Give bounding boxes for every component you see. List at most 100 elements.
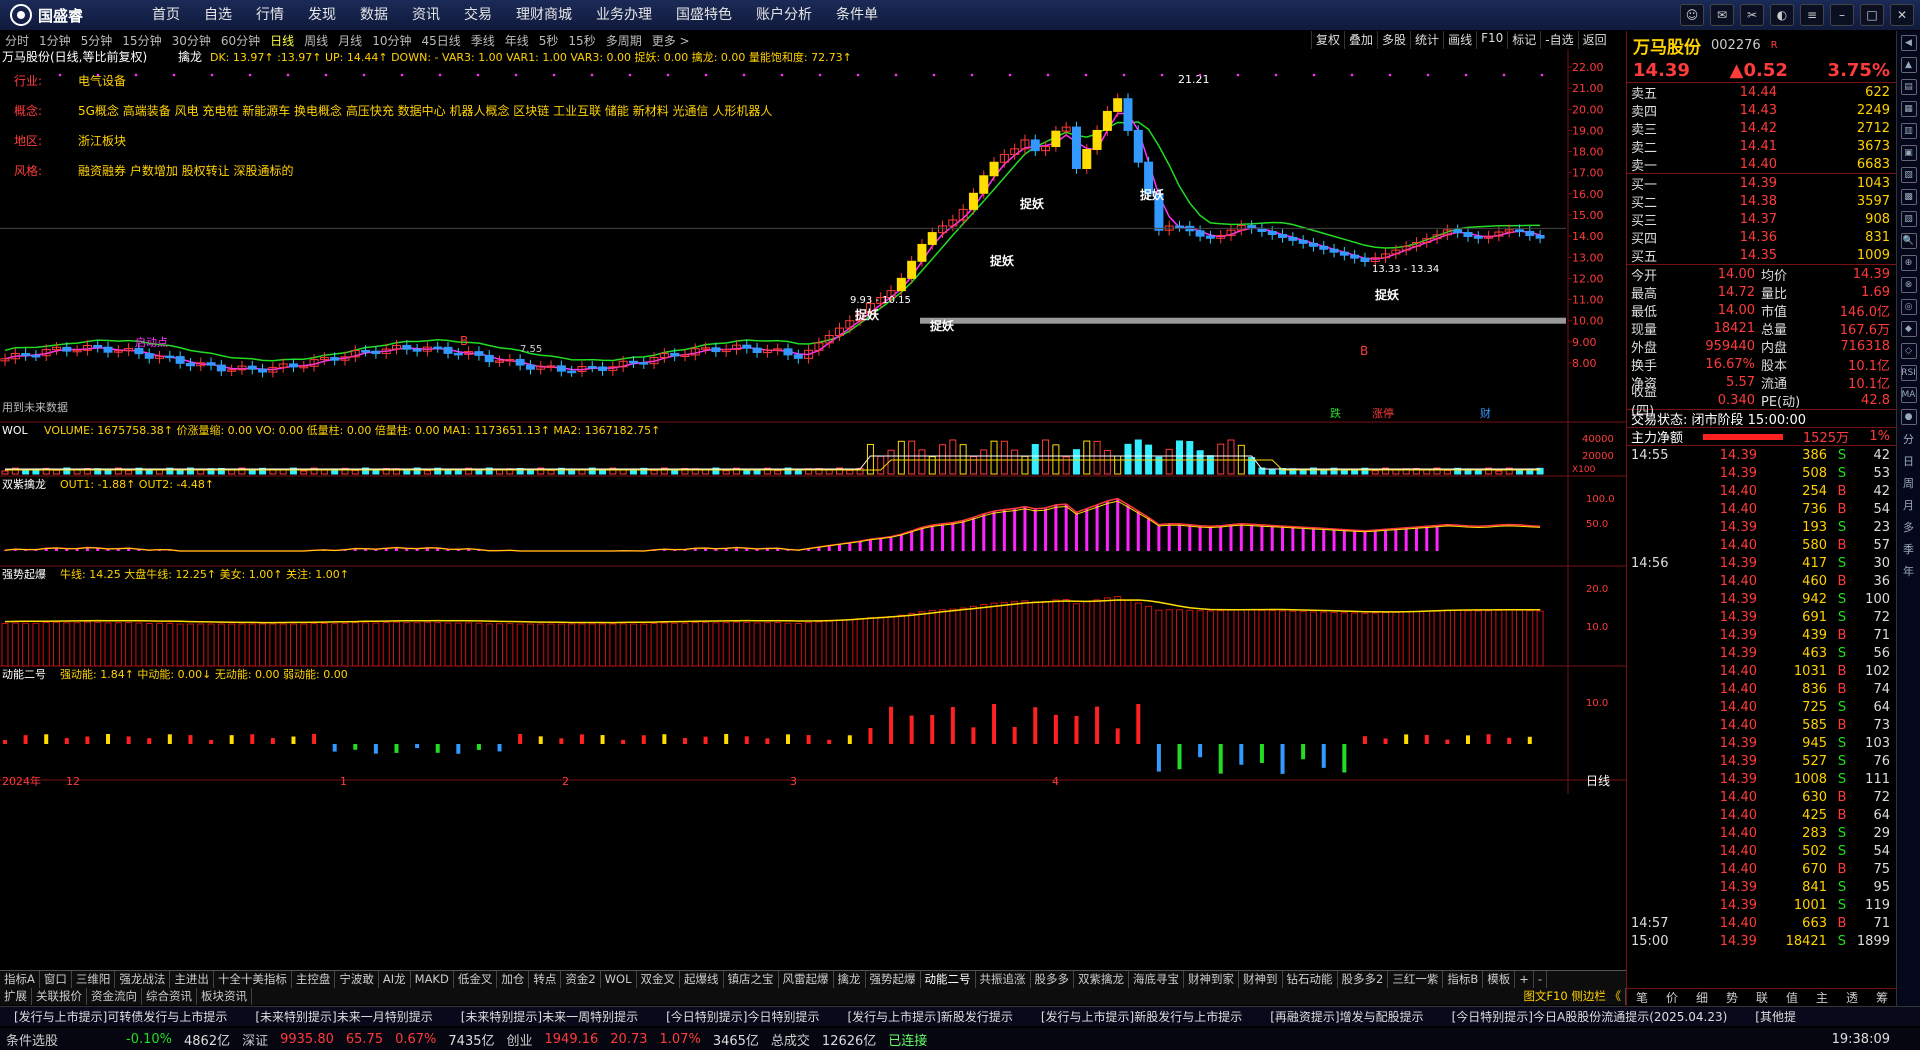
sidebar-period[interactable]: 季 — [1901, 541, 1917, 557]
candle[interactable] — [1195, 230, 1205, 237]
candle[interactable] — [1535, 234, 1545, 239]
toolbar-button[interactable]: 叠加 — [1344, 31, 1377, 49]
sub-tab[interactable]: 综合资讯 — [142, 988, 197, 1005]
sidebar-icon[interactable]: ▧ — [1900, 167, 1917, 183]
candle[interactable] — [896, 277, 906, 292]
orderbook-row[interactable]: 卖三 14.42 2712 — [1627, 119, 1896, 138]
indicator-tab[interactable]: 宁波敢 — [335, 971, 379, 988]
candle[interactable] — [1071, 126, 1081, 169]
sidebar-icon[interactable]: ▨ — [1900, 211, 1917, 227]
tick-row[interactable]: 14.39 1001 S 119 — [1627, 896, 1896, 914]
period-tab[interactable]: 更多 > — [647, 32, 695, 49]
candle[interactable] — [185, 362, 195, 367]
candle[interactable] — [968, 192, 978, 210]
tick-list[interactable]: 14:55 14.39 386 S 42 14.39 508 S 53 14.40 254 B 42 14… — [1627, 445, 1896, 950]
tick-row[interactable]: 15:00 14.39 18421 S 1899 — [1627, 932, 1896, 950]
indicator-tab[interactable]: 加仓 — [497, 971, 530, 988]
indicator-tab[interactable]: 起爆线 — [680, 971, 724, 988]
close-icon[interactable]: ✕ — [1890, 4, 1914, 26]
tick-row[interactable]: 14.40 283 S 29 — [1627, 824, 1896, 842]
tick-row[interactable]: 14.39 527 S 76 — [1627, 752, 1896, 770]
candle[interactable] — [1030, 139, 1040, 152]
indicator-tab[interactable]: 模板 — [1483, 971, 1516, 988]
indicator-tab[interactable]: 强龙战法 — [115, 971, 171, 988]
candle[interactable] — [1288, 236, 1298, 241]
tick-row[interactable]: 14:56 14.39 417 S 30 — [1627, 554, 1896, 572]
candle[interactable] — [1123, 98, 1133, 131]
sidebar-icon[interactable]: ▤ — [1900, 79, 1917, 95]
toolbar-button[interactable]: 标记 — [1507, 31, 1540, 49]
candle[interactable] — [1133, 129, 1143, 163]
tick-row[interactable]: 14.39 841 S 95 — [1627, 878, 1896, 896]
period-tab[interactable]: 季线 — [466, 32, 500, 49]
sidebar-icon[interactable]: ▩ — [1900, 189, 1917, 205]
period-tab[interactable]: 5分钟 — [76, 32, 118, 49]
toolbar-button[interactable]: F10 — [1476, 31, 1507, 49]
tick-row[interactable]: 14.39 193 S 23 — [1627, 518, 1896, 536]
sidebar-icon[interactable]: ● — [1900, 409, 1917, 425]
quote-tab[interactable]: 主 — [1807, 989, 1837, 1006]
news-item[interactable]: [其他提 — [1741, 1007, 1810, 1026]
candle[interactable] — [989, 161, 999, 177]
candle[interactable] — [1525, 230, 1535, 236]
candle[interactable] — [1051, 130, 1061, 148]
orderbook-row[interactable]: 卖二 14.41 3673 — [1627, 137, 1896, 156]
news-item[interactable]: [发行与上市提示]可转债发行与上市提示 — [0, 1007, 241, 1026]
quote-tab[interactable]: 联 — [1747, 989, 1777, 1006]
kline-chart[interactable]: 万马股份(日线,等比前复权) 擒龙 DK: 13.97↑ :13.97↑ UP: 1… — [0, 49, 1626, 970]
candle[interactable] — [258, 368, 268, 373]
sidebar-icon[interactable]: RSI — [1900, 365, 1917, 381]
period-tab[interactable]: 分时 — [0, 32, 34, 49]
candle[interactable] — [371, 350, 381, 355]
indicator-tab[interactable]: 风雷起爆 — [779, 971, 834, 988]
tick-row[interactable]: 14.40 580 B 57 — [1627, 536, 1896, 554]
indicator-tab[interactable]: MAKD — [411, 971, 454, 988]
quote-tab[interactable]: 细 — [1687, 989, 1717, 1006]
menu-item[interactable]: 首页 — [140, 0, 192, 30]
tick-row[interactable]: 14.39 691 S 72 — [1627, 608, 1896, 626]
indicator-tab[interactable]: 窗口 — [40, 971, 72, 988]
candle[interactable] — [134, 347, 144, 355]
candle[interactable] — [525, 364, 535, 370]
candle[interactable] — [567, 370, 577, 374]
menu-item[interactable]: 条件单 — [824, 0, 890, 30]
period-tab[interactable]: 60分钟 — [216, 32, 265, 49]
app-logo[interactable]: 国盛睿 — [0, 4, 140, 26]
quote-tab[interactable]: 透 — [1837, 989, 1867, 1006]
menu-item[interactable]: 交易 — [452, 0, 504, 30]
indicator-tab[interactable]: WOL — [601, 971, 637, 988]
quote-tab[interactable]: 值 — [1777, 989, 1807, 1006]
indicator-tab[interactable]: 股多多 — [1031, 971, 1074, 988]
candle[interactable] — [793, 354, 803, 359]
candle[interactable] — [31, 354, 41, 358]
candle[interactable] — [62, 346, 72, 352]
tick-row[interactable]: 14.39 942 S 100 — [1627, 590, 1896, 608]
tick-row[interactable]: 14.39 1008 S 111 — [1627, 770, 1896, 788]
sidebar-icon[interactable]: ◀ — [1900, 35, 1917, 51]
quote-tab[interactable]: 筹 — [1867, 989, 1897, 1006]
news-item[interactable]: [未来特别提示]未来一周特别提示 — [447, 1007, 652, 1026]
indicator-tab[interactable]: 强势起爆 — [866, 971, 921, 988]
tick-row[interactable]: 14.40 460 B 36 — [1627, 572, 1896, 590]
period-tab[interactable]: 45日线 — [416, 32, 465, 49]
candle[interactable] — [433, 346, 443, 350]
candle[interactable] — [783, 348, 793, 356]
candle[interactable] — [443, 346, 453, 354]
orderbook-row[interactable]: 买二 14.38 3597 — [1627, 192, 1896, 211]
orderbook-row[interactable]: 买三 14.37 908 — [1627, 210, 1896, 229]
candle[interactable] — [474, 351, 484, 356]
candle[interactable] — [1092, 129, 1102, 150]
indicator-tab[interactable]: + — [1515, 971, 1534, 988]
period-tab[interactable]: 年线 — [500, 32, 534, 49]
candle[interactable] — [402, 344, 412, 350]
candle[interactable] — [288, 363, 298, 368]
sub-tab[interactable]: 关联报价 — [32, 988, 87, 1005]
tick-row[interactable]: 14.39 945 S 103 — [1627, 734, 1896, 752]
candle[interactable] — [1453, 229, 1463, 233]
menu-item[interactable]: 数据 — [348, 0, 400, 30]
period-tab[interactable]: 多周期 — [601, 32, 647, 49]
orderbook-row[interactable]: 买五 14.35 1009 — [1627, 246, 1896, 265]
chart-area[interactable]: 万马股份(日线,等比前复权) 擒龙 DK: 13.97↑ :13.97↑ UP: 1… — [0, 49, 1626, 970]
indicator-tab[interactable]: 动能二号 — [921, 971, 976, 988]
period-tab[interactable]: 日线 — [265, 32, 299, 49]
